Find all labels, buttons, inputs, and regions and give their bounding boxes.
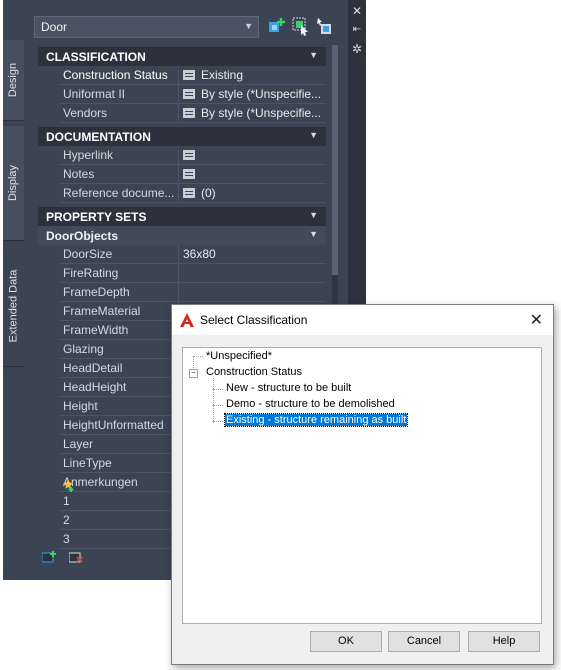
- property-label: HeightUnformatted: [63, 418, 164, 432]
- remove-property-set-icon[interactable]: [68, 551, 84, 563]
- row-notes[interactable]: Notes: [60, 165, 326, 184]
- quick-select-icon[interactable]: [315, 16, 335, 36]
- property-label: HeadDetail: [63, 361, 123, 375]
- property-label: FireRating: [63, 266, 119, 280]
- property-label: Layer: [63, 437, 94, 451]
- property-label: FrameMaterial: [63, 304, 141, 318]
- tree-item-unspecified[interactable]: *Unspecified*: [205, 350, 273, 362]
- property-label: FrameWidth: [63, 323, 129, 337]
- property-value[interactable]: 36x80: [178, 245, 326, 263]
- collapse-icon[interactable]: ▼: [309, 210, 318, 220]
- property-row[interactable]: FireRating: [60, 264, 326, 283]
- property-label: 2: [63, 513, 70, 527]
- property-label: LineType: [63, 456, 112, 470]
- select-classification-dialog: Select Classification ✕ *Unspecified* − …: [171, 304, 554, 665]
- row-vendors[interactable]: Vendors By style (*Unspecifie...: [60, 104, 326, 123]
- tree-item-existing[interactable]: Existing - structure remaining as built: [223, 413, 409, 427]
- property-value[interactable]: [178, 283, 326, 301]
- property-label: 3: [63, 532, 70, 546]
- property-label: Anmerkungen: [63, 475, 138, 489]
- add-property-set-icon[interactable]: [41, 551, 56, 563]
- property-label: DoorSize: [63, 247, 113, 261]
- property-label: Height: [63, 399, 98, 413]
- tree-connector: [213, 389, 223, 390]
- tree-item-demo[interactable]: Demo - structure to be demolished: [225, 398, 396, 410]
- section-property-sets[interactable]: PROPERTY SETS ▼: [38, 207, 326, 226]
- ok-button[interactable]: OK: [310, 631, 382, 652]
- row-uniformat[interactable]: Uniformat II By style (*Unspecifie...: [60, 85, 326, 104]
- row-hyperlink[interactable]: Hyperlink: [60, 146, 326, 165]
- collapse-icon[interactable]: ▼: [309, 130, 318, 140]
- select-objects-icon[interactable]: [291, 16, 311, 36]
- chevron-down-icon: ▼: [244, 21, 253, 31]
- tab-extended-data[interactable]: Extended Data: [3, 246, 24, 367]
- tree-connector: [213, 378, 214, 423]
- tree-connector: [213, 421, 223, 422]
- object-type-value: Door: [41, 20, 68, 34]
- tree-item-construction-status[interactable]: Construction Status: [205, 366, 303, 378]
- collapse-icon[interactable]: −: [189, 369, 198, 378]
- edit-icon[interactable]: [183, 188, 195, 198]
- tab-design[interactable]: Design: [3, 40, 24, 121]
- palette-footer: [41, 551, 84, 566]
- dialog-title: Select Classification: [200, 313, 308, 327]
- cancel-button[interactable]: Cancel: [388, 631, 460, 652]
- property-label: FrameDepth: [63, 285, 130, 299]
- tab-display[interactable]: Display: [3, 126, 24, 241]
- settings-icon[interactable]: ✲: [348, 42, 366, 56]
- tree-connector: [193, 356, 203, 357]
- palette-tabs: Design Display Extended Data: [3, 0, 24, 580]
- classification-picker-icon[interactable]: [183, 89, 195, 99]
- dialog-titlebar: Select Classification ✕: [172, 305, 553, 335]
- close-icon[interactable]: ✕: [348, 4, 366, 18]
- property-row[interactable]: FrameDepth: [60, 283, 326, 302]
- property-label: 1: [63, 494, 70, 508]
- close-icon[interactable]: ✕: [530, 310, 543, 330]
- add-note-icon[interactable]: [61, 478, 75, 492]
- edit-icon[interactable]: [183, 169, 195, 179]
- row-reference-documents[interactable]: Reference docume... (0): [60, 184, 326, 203]
- property-label: Glazing: [63, 342, 104, 356]
- autohide-icon[interactable]: ⇤: [348, 24, 366, 35]
- row-construction-status[interactable]: Construction Status Existing: [60, 66, 326, 85]
- subsection-doorobjects[interactable]: DoorObjects ▼: [38, 226, 326, 245]
- property-row[interactable]: DoorSize 36x80: [60, 245, 326, 264]
- collapse-icon[interactable]: ▼: [309, 50, 318, 60]
- collapse-icon[interactable]: ▼: [309, 229, 318, 239]
- tree-item-new[interactable]: New - structure to be built: [225, 382, 352, 394]
- tree-connector: [213, 405, 223, 406]
- help-button[interactable]: Help: [468, 631, 540, 652]
- section-classification[interactable]: CLASSIFICATION ▼: [38, 47, 326, 66]
- section-documentation[interactable]: DOCUMENTATION ▼: [38, 127, 326, 146]
- classification-picker-icon[interactable]: [183, 70, 195, 80]
- add-selected-icon[interactable]: [267, 16, 287, 36]
- autocad-logo-icon: [180, 313, 194, 327]
- classification-picker-icon[interactable]: [183, 108, 195, 118]
- property-value[interactable]: [178, 264, 326, 282]
- object-type-select[interactable]: Door ▼: [34, 16, 259, 38]
- edit-icon[interactable]: [183, 150, 195, 160]
- property-label: HeadHeight: [63, 380, 127, 394]
- scrollbar-thumb[interactable]: [332, 45, 338, 275]
- classification-tree[interactable]: *Unspecified* − Construction Status New …: [182, 347, 542, 624]
